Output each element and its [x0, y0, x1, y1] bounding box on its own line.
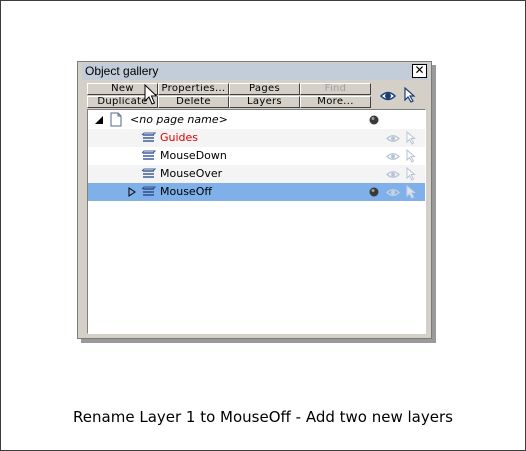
- layer-tree[interactable]: <no page name> Guides MouseDown MouseOve…: [87, 109, 426, 334]
- object-gallery-panel: Object gallery ✕ New Properties... Pages…: [77, 61, 432, 339]
- eye-icon[interactable]: [380, 89, 396, 103]
- layer-stack-icon: [141, 168, 156, 178]
- page-icon: [110, 112, 122, 127]
- page-visible-dot-icon[interactable]: [369, 115, 379, 125]
- eye-icon[interactable]: [386, 134, 400, 143]
- page-row[interactable]: <no page name>: [88, 111, 425, 129]
- arrow-cursor-icon[interactable]: [406, 131, 416, 145]
- layer-stack-icon: [141, 132, 156, 142]
- eye-icon[interactable]: [386, 152, 400, 161]
- panel-title: Object gallery: [85, 64, 159, 78]
- mouse-pointer-icon: [144, 84, 158, 105]
- page-name-label: <no page name>: [130, 113, 228, 126]
- arrow-cursor-icon[interactable]: [406, 167, 416, 181]
- layer-row-mouseover[interactable]: MouseOver: [88, 165, 425, 183]
- delete-button[interactable]: Delete: [158, 96, 229, 108]
- more-button[interactable]: More...: [300, 96, 371, 108]
- layer-label-mouseover: MouseOver: [160, 167, 223, 180]
- arrow-cursor-icon[interactable]: [406, 149, 416, 163]
- layer-stack-icon: [141, 150, 156, 160]
- layer-label-mouseoff: MouseOff: [160, 185, 212, 198]
- layer-row-mouseoff[interactable]: MouseOff: [88, 183, 425, 201]
- arrow-cursor-icon[interactable]: [406, 185, 416, 199]
- eye-icon[interactable]: [386, 170, 400, 179]
- layer-visible-dot-icon[interactable]: [369, 187, 379, 197]
- eye-icon[interactable]: [386, 188, 400, 197]
- expand-triangle-icon[interactable]: [128, 187, 136, 197]
- layer-label-guides: Guides: [160, 131, 199, 144]
- properties-button[interactable]: Properties...: [158, 83, 229, 95]
- arrow-cursor-icon[interactable]: [404, 87, 416, 103]
- collapse-triangle-icon[interactable]: [94, 115, 104, 125]
- layer-stack-icon: [141, 186, 156, 196]
- layer-label-mousedown: MouseDown: [160, 149, 227, 162]
- panel-titlebar[interactable]: Object gallery ✕: [82, 63, 429, 80]
- pages-button[interactable]: Pages: [229, 83, 300, 95]
- layers-button[interactable]: Layers: [229, 96, 300, 108]
- layer-row-mousedown[interactable]: MouseDown: [88, 147, 425, 165]
- close-button[interactable]: ✕: [412, 64, 427, 78]
- layer-row-guides[interactable]: Guides: [88, 129, 425, 147]
- find-button[interactable]: Find: [300, 83, 371, 95]
- close-icon: ✕: [414, 63, 425, 77]
- tutorial-caption: Rename Layer 1 to MouseOff - Add two new…: [73, 408, 453, 426]
